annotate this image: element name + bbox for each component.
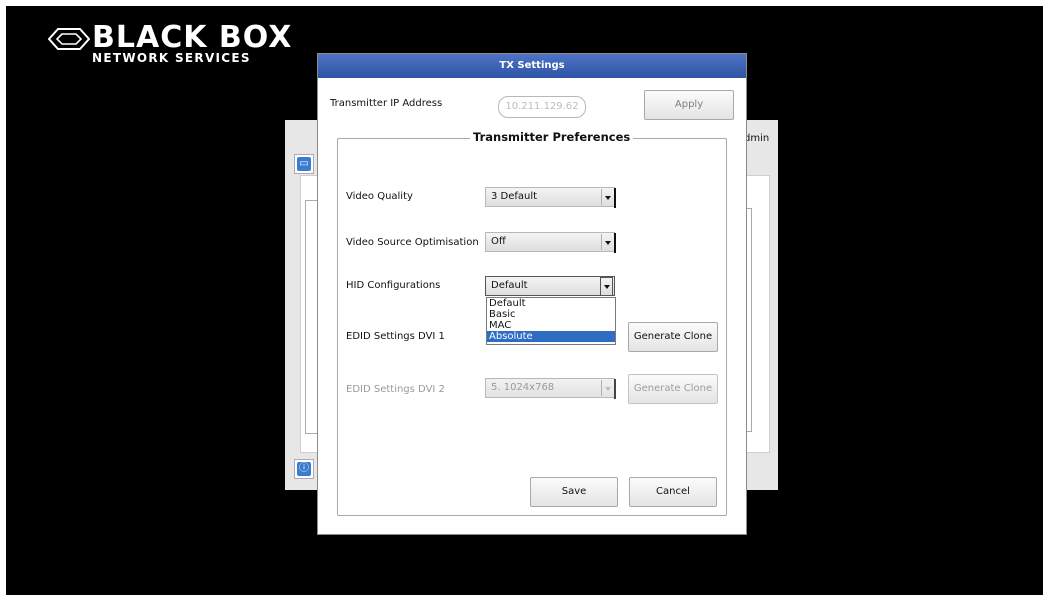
info-icon[interactable]: ⓘ xyxy=(294,459,314,479)
ip-address-field[interactable]: 10.211.129.62 xyxy=(498,96,586,118)
edid-dvi2-value: 5. 1024x768 xyxy=(491,382,555,393)
hid-option-mac[interactable]: MAC xyxy=(487,320,615,331)
video-source-label: Video Source Optimisation xyxy=(346,237,479,248)
hid-label: HID Configurations xyxy=(346,280,441,291)
hid-dropdown-list: Default Basic MAC Absolute xyxy=(486,297,616,345)
video-source-value: Off xyxy=(491,236,506,247)
brand-tagline: NETWORK SERVICES xyxy=(92,51,251,65)
chevron-down-icon xyxy=(601,189,613,205)
brand-logo: BLACK BOX NETWORK SERVICES xyxy=(48,20,293,68)
diamond-logo-icon xyxy=(48,28,90,50)
generate-clone-dvi2-button[interactable]: Generate Clone xyxy=(628,374,718,404)
chevron-down-icon xyxy=(600,277,613,296)
hid-option-absolute[interactable]: Absolute xyxy=(487,331,615,342)
hid-value: Default xyxy=(491,280,528,291)
combo-edge xyxy=(614,188,616,208)
video-source-select[interactable]: Off xyxy=(485,232,616,253)
hid-option-basic[interactable]: Basic xyxy=(487,309,615,320)
group-title: Transmitter Preferences xyxy=(470,130,634,144)
video-quality-select[interactable]: 3 Default xyxy=(485,187,616,208)
cancel-button[interactable]: Cancel xyxy=(629,477,717,507)
hid-option-default[interactable]: Default xyxy=(487,298,615,309)
combo-edge xyxy=(614,233,616,253)
hid-select[interactable]: Default xyxy=(485,276,615,296)
brand-name: BLACK BOX xyxy=(92,20,293,55)
edid-dvi1-label: EDID Settings DVI 1 xyxy=(346,331,445,342)
video-quality-value: 3 Default xyxy=(491,191,538,202)
apply-button[interactable]: Apply xyxy=(644,90,734,120)
dialog-title[interactable]: TX Settings xyxy=(318,54,746,78)
edid-dvi2-select[interactable]: 5. 1024x768 xyxy=(485,378,616,399)
generate-clone-dvi1-button[interactable]: Generate Clone xyxy=(628,322,718,352)
background-user-label: dmin xyxy=(744,133,770,144)
edid-dvi2-label: EDID Settings DVI 2 xyxy=(346,384,445,395)
save-button[interactable]: Save xyxy=(530,477,618,507)
combo-edge xyxy=(614,379,616,399)
ip-address-label: Transmitter IP Address xyxy=(330,98,443,109)
video-quality-label: Video Quality xyxy=(346,191,413,202)
monitor-tab-icon[interactable]: ▭ xyxy=(294,154,314,174)
chevron-down-icon xyxy=(601,234,613,250)
chevron-down-icon xyxy=(601,380,613,396)
tx-settings-dialog: TX Settings Transmitter IP Address 10.21… xyxy=(317,53,747,535)
